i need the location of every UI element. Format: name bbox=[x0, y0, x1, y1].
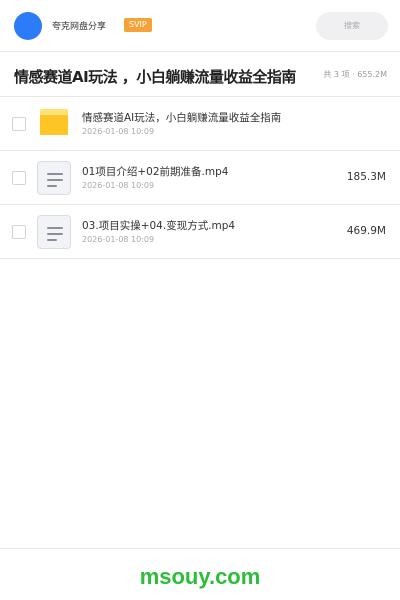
search-button[interactable]: 搜索 bbox=[316, 12, 388, 40]
document-icon bbox=[37, 215, 71, 249]
svip-badge: SVIP bbox=[124, 18, 152, 32]
user-name: 夸克网盘分享 bbox=[52, 22, 107, 32]
file-summary: 共 3 项 · 655.2M bbox=[323, 70, 387, 79]
share-title-bar: 情感赛道AI玩法 ，小白躺赚流量收益全指南 共 3 项 · 655.2M bbox=[0, 52, 400, 97]
file-name[interactable]: 01项目介绍+02前期准备.mp4 bbox=[82, 164, 228, 179]
row-checkbox[interactable] bbox=[12, 225, 26, 239]
file-date: 2026-01-08 10:09 bbox=[82, 235, 155, 244]
file-date: 2026-01-08 10:09 bbox=[82, 127, 155, 136]
footer: msouy.com bbox=[0, 548, 400, 600]
avatar[interactable] bbox=[14, 12, 42, 40]
row-checkbox[interactable] bbox=[12, 117, 26, 131]
top-header: 夸克网盘分享 SVIP 搜索 bbox=[0, 0, 400, 52]
folder-icon bbox=[40, 109, 68, 135]
file-size: 469.9M bbox=[346, 225, 386, 237]
file-row[interactable]: 03.项目实操+04.变现方式.mp4 2026-01-08 10:09 469… bbox=[0, 205, 400, 259]
file-row[interactable]: 情感赛道AI玩法，小白躺赚流量收益全指南 2026-01-08 10:09 bbox=[0, 97, 400, 151]
file-date: 2026-01-08 10:09 bbox=[82, 181, 155, 190]
row-checkbox[interactable] bbox=[12, 171, 26, 185]
page-title: 情感赛道AI玩法 ，小白躺赚流量收益全指南 bbox=[14, 68, 296, 86]
site-watermark: msouy.com bbox=[139, 564, 261, 589]
file-name[interactable]: 情感赛道AI玩法，小白躺赚流量收益全指南 bbox=[82, 110, 281, 125]
document-icon bbox=[37, 161, 71, 195]
file-size: 185.3M bbox=[346, 171, 386, 183]
file-row[interactable]: 01项目介绍+02前期准备.mp4 2026-01-08 10:09 185.3… bbox=[0, 151, 400, 205]
file-name[interactable]: 03.项目实操+04.变现方式.mp4 bbox=[82, 218, 235, 233]
